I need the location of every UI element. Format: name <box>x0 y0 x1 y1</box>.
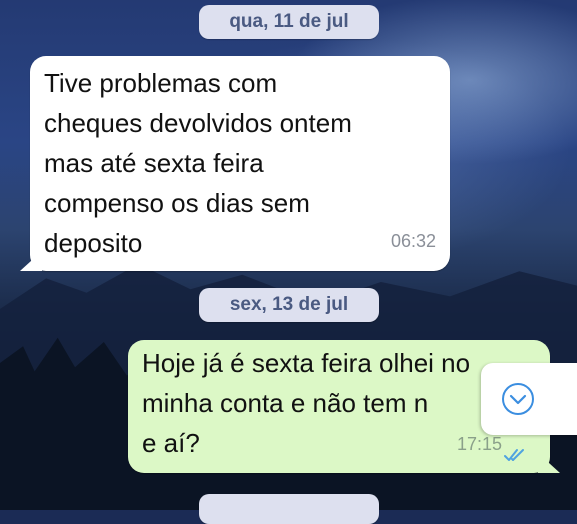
message-time: 06:32 <box>390 231 436 251</box>
date-label: qua, 11 de jul <box>229 11 349 32</box>
double-check-icon <box>504 449 524 461</box>
date-label: sex, 13 de jul <box>229 294 349 315</box>
chevron-down-circle-icon <box>502 383 534 415</box>
incoming-message-bubble[interactable]: Tive problemas com cheques devolvidos on… <box>30 56 450 271</box>
date-separator: qua, 11 de jul <box>199 5 379 39</box>
date-separator: sex, 13 de jul <box>199 288 379 322</box>
message-text: Tive problemas com cheques devolvidos on… <box>44 68 352 258</box>
date-separator: ... <box>199 494 379 524</box>
scroll-to-bottom-button[interactable] <box>481 363 577 435</box>
